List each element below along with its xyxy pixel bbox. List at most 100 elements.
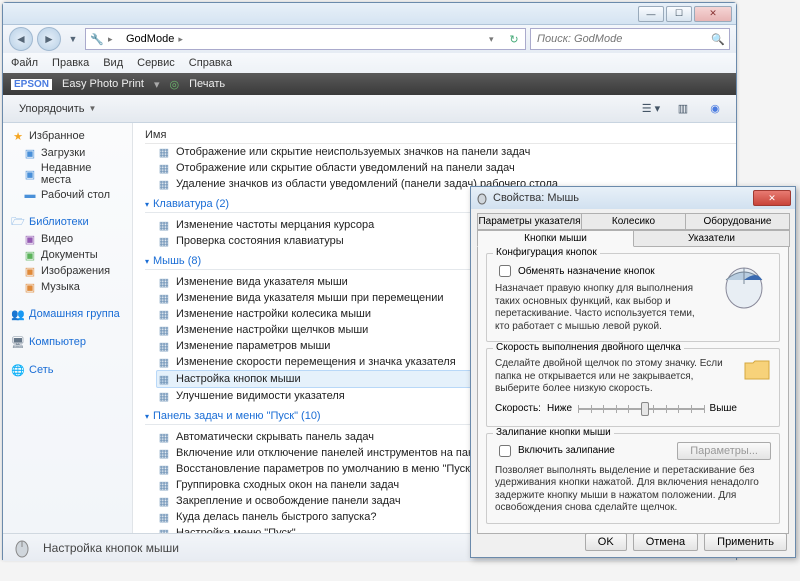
sidebar-libraries-header[interactable]: 🗁 Библиотеки [3,213,132,231]
sidebar-item-video[interactable]: ▣Видео [3,231,132,247]
location-icon: 🔧 [90,32,104,46]
item-icon: ▦ [157,275,171,289]
item-label: Изменение вида указателя мыши при переме… [176,292,444,304]
search-icon[interactable]: 🔍 [711,32,725,46]
menu-edit[interactable]: Правка [52,57,89,69]
history-dropdown[interactable]: ▼ [65,31,81,47]
group-title: Конфигурация кнопок [493,247,600,258]
epson-print-label[interactable]: Печать [189,78,225,90]
item-icon: ▦ [157,389,171,403]
sidebar-item-downloads[interactable]: ▣Загрузки [3,145,132,161]
item-icon: ▦ [157,372,171,386]
menu-file[interactable]: Файл [11,57,38,69]
group-title: Залипание кнопки мыши [493,427,614,438]
item-label: Улучшение видимости указателя [176,390,345,402]
speed-label: Скорость: [495,403,541,414]
sidebar-item-documents[interactable]: ▣Документы [3,247,132,263]
sidebar-item-desktop[interactable]: ▬ Рабочий стол [3,187,132,203]
click-lock-input[interactable] [499,445,511,457]
sidebar-item-label: Домашняя группа [29,308,120,320]
computer-icon: 🖥 [11,335,25,349]
double-click-desc: Сделайте двойной щелчок по этому значку.… [495,358,737,396]
item-label: Изменение настройки колесика мыши [176,308,371,320]
chevron-down-icon[interactable]: ▾ [489,34,503,45]
tab-buttons[interactable]: Кнопки мыши [477,230,634,247]
item-icon: ▦ [157,462,171,476]
organize-button[interactable]: Упорядочить ▼ [11,100,104,118]
sidebar-item-pictures[interactable]: ▣Изображения [3,263,132,279]
item-label: Изменение параметров мыши [176,340,330,352]
sidebar-item-recent[interactable]: ▣Недавние места [3,161,132,187]
chevron-right-icon: ▸ [108,34,122,45]
click-lock-settings-button: Параметры... [677,442,771,460]
epson-app-label[interactable]: Easy Photo Print [62,78,144,90]
ok-button[interactable]: OK [585,533,627,551]
help-button[interactable]: ◉ [702,99,728,119]
music-icon: ▣ [23,280,37,294]
tab-pointers[interactable]: Указатели [633,230,790,247]
item-icon: ▦ [157,430,171,444]
search-box[interactable]: 🔍 [530,28,730,50]
item-label: Отображение или скрытие области уведомле… [176,162,515,174]
item-label: Изменение настройки щелчков мыши [176,324,368,336]
dialog-close-button[interactable]: ✕ [753,190,791,206]
item-icon: ▦ [157,145,171,159]
item-label: Изменение вида указателя мыши [176,276,348,288]
view-mode-button[interactable]: ☰ ▾ [638,99,664,119]
sidebar-computer[interactable]: 🖥Компьютер [3,333,132,351]
swap-buttons-input[interactable] [499,265,511,277]
tab-hardware[interactable]: Оборудование [685,213,790,230]
search-input[interactable] [535,32,711,46]
folder-test-icon[interactable] [743,355,771,383]
sidebar-favorites-label: Избранное [29,130,85,142]
column-header-name[interactable]: Имя [145,127,736,144]
tab-panel-buttons: Конфигурация кнопок Обменять назначение … [477,246,789,534]
forward-button[interactable]: ► [37,27,61,51]
mouse-properties-dialog: Свойства: Мышь ✕ Параметры указателя Кол… [470,186,796,558]
apply-button[interactable]: Применить [704,533,787,551]
desktop-icon: ▬ [23,188,37,202]
refresh-icon[interactable]: ↻ [507,32,521,46]
collapse-icon: ▾ [145,412,149,421]
item-label: Отображение или скрытие неиспользуемых з… [176,146,530,158]
swap-buttons-desc: Назначает правую кнопку для выполнения т… [495,283,711,333]
dialog-titlebar[interactable]: Свойства: Мышь ✕ [471,187,795,209]
list-item[interactable]: ▦Отображение или скрытие области уведомл… [157,160,736,176]
libraries-icon: 🗁 [11,215,25,229]
breadcrumb[interactable]: 🔧 ▸ GodMode ▸ ▾ ↻ [85,28,526,50]
click-lock-checkbox[interactable]: Включить залипание [495,442,615,460]
menu-help[interactable]: Справка [189,57,232,69]
sidebar-item-label: Рабочий стол [41,189,110,201]
tab-pointer-options[interactable]: Параметры указателя [477,213,582,230]
menu-view[interactable]: Вид [103,57,123,69]
mouse-illustration [717,260,771,310]
close-button[interactable]: ✕ [694,6,732,22]
item-icon: ▦ [157,218,171,232]
dialog-body: Параметры указателя Колесико Оборудовани… [471,209,795,538]
cancel-button[interactable]: Отмена [633,533,698,551]
swap-buttons-checkbox[interactable]: Обменять назначение кнопок [495,262,711,280]
menu-service[interactable]: Сервис [137,57,175,69]
video-icon: ▣ [23,232,37,246]
item-icon: ▦ [157,177,171,191]
item-icon: ▦ [157,526,171,533]
preview-pane-button[interactable]: ▥ [670,99,696,119]
tab-wheel[interactable]: Колесико [581,213,686,230]
minimize-button[interactable]: — [638,6,664,22]
network-icon: 🌐 [11,363,25,377]
homegroup-icon: 👥 [11,307,25,321]
sidebar-favorites-header[interactable]: ★ Избранное [3,127,132,145]
maximize-button[interactable]: ☐ [666,6,692,22]
item-label: Автоматически скрывать панель задач [176,431,374,443]
mouse-icon [475,191,489,205]
item-icon: ▦ [157,355,171,369]
sidebar-homegroup[interactable]: 👥 Домашняя группа [3,305,132,323]
double-click-slider[interactable] [578,400,704,418]
back-button[interactable]: ◄ [9,27,33,51]
item-label: Проверка состояния клавиатуры [176,235,344,247]
slider-thumb[interactable] [641,402,649,416]
sidebar-network[interactable]: 🌐Сеть [3,361,132,379]
sidebar-item-music[interactable]: ▣Музыка [3,279,132,295]
list-item[interactable]: ▦ Отображение или скрытие неиспользуемых … [157,144,736,160]
item-label: Восстановление параметров по умолчанию в… [176,463,474,475]
